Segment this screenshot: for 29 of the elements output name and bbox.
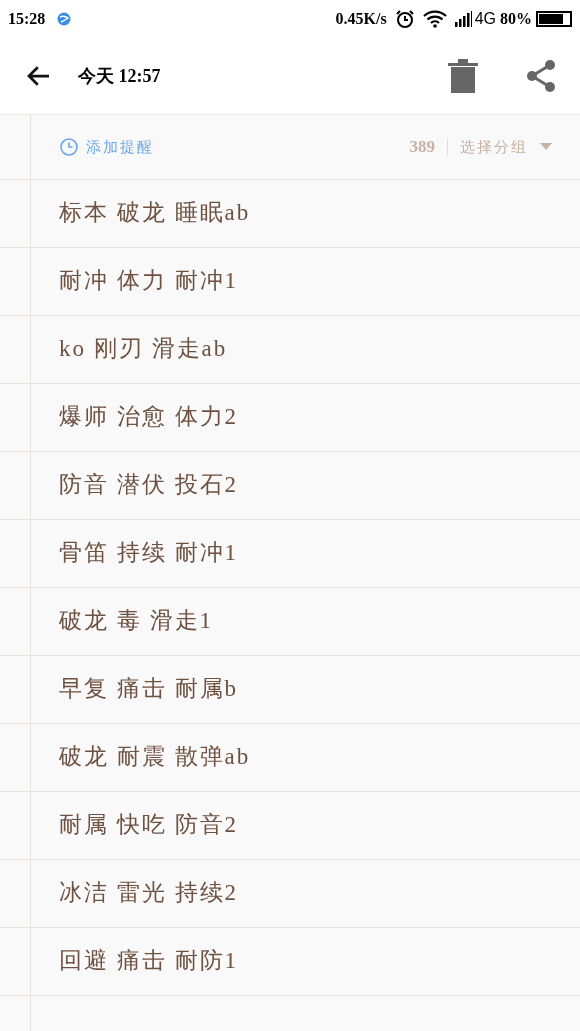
network-speed: 0.45K/s: [335, 9, 387, 29]
battery-icon: [536, 11, 572, 27]
clock: 15:28: [8, 9, 46, 29]
clock-icon: [60, 138, 78, 156]
battery-percent: 80%: [500, 9, 532, 29]
alarm-icon: [394, 9, 415, 29]
note-line: 破龙 耐震 散弹ab: [59, 743, 251, 772]
note-line: ko 刚刃 滑走ab: [59, 335, 228, 364]
word-count: 389: [409, 136, 435, 159]
group-dropdown[interactable]: 选择分组: [460, 135, 552, 159]
wifi-icon: [422, 10, 447, 28]
caret-icon: [540, 143, 552, 151]
add-reminder-button[interactable]: 添加提醒: [60, 135, 154, 159]
note-line: 早复 痛击 耐属b: [59, 675, 238, 704]
note-line: 骨笛 持续 耐冲1: [59, 539, 238, 568]
signal-icon: [454, 11, 475, 27]
note-title: 今天 12:57: [78, 64, 161, 88]
delete-button[interactable]: [448, 59, 478, 93]
note-line: 回避 痛击 耐防1: [59, 947, 238, 976]
note-line: 冰洁 雷光 持续2: [59, 879, 238, 908]
share-button[interactable]: [526, 59, 556, 93]
note-line: 破龙 毒 滑走1: [59, 607, 213, 636]
note-line: 爆师 治愈 体力2: [59, 403, 238, 432]
network-type: 4G: [474, 9, 496, 29]
note-line: 标本 破龙 睡眠ab: [59, 199, 251, 228]
globe-icon: [57, 12, 72, 26]
note-line: 防音 潜伏 投石2: [59, 471, 238, 500]
note-line: 耐冲 体力 耐冲1: [59, 267, 238, 296]
note-line: 耐属 快吃 防音2: [59, 811, 238, 840]
